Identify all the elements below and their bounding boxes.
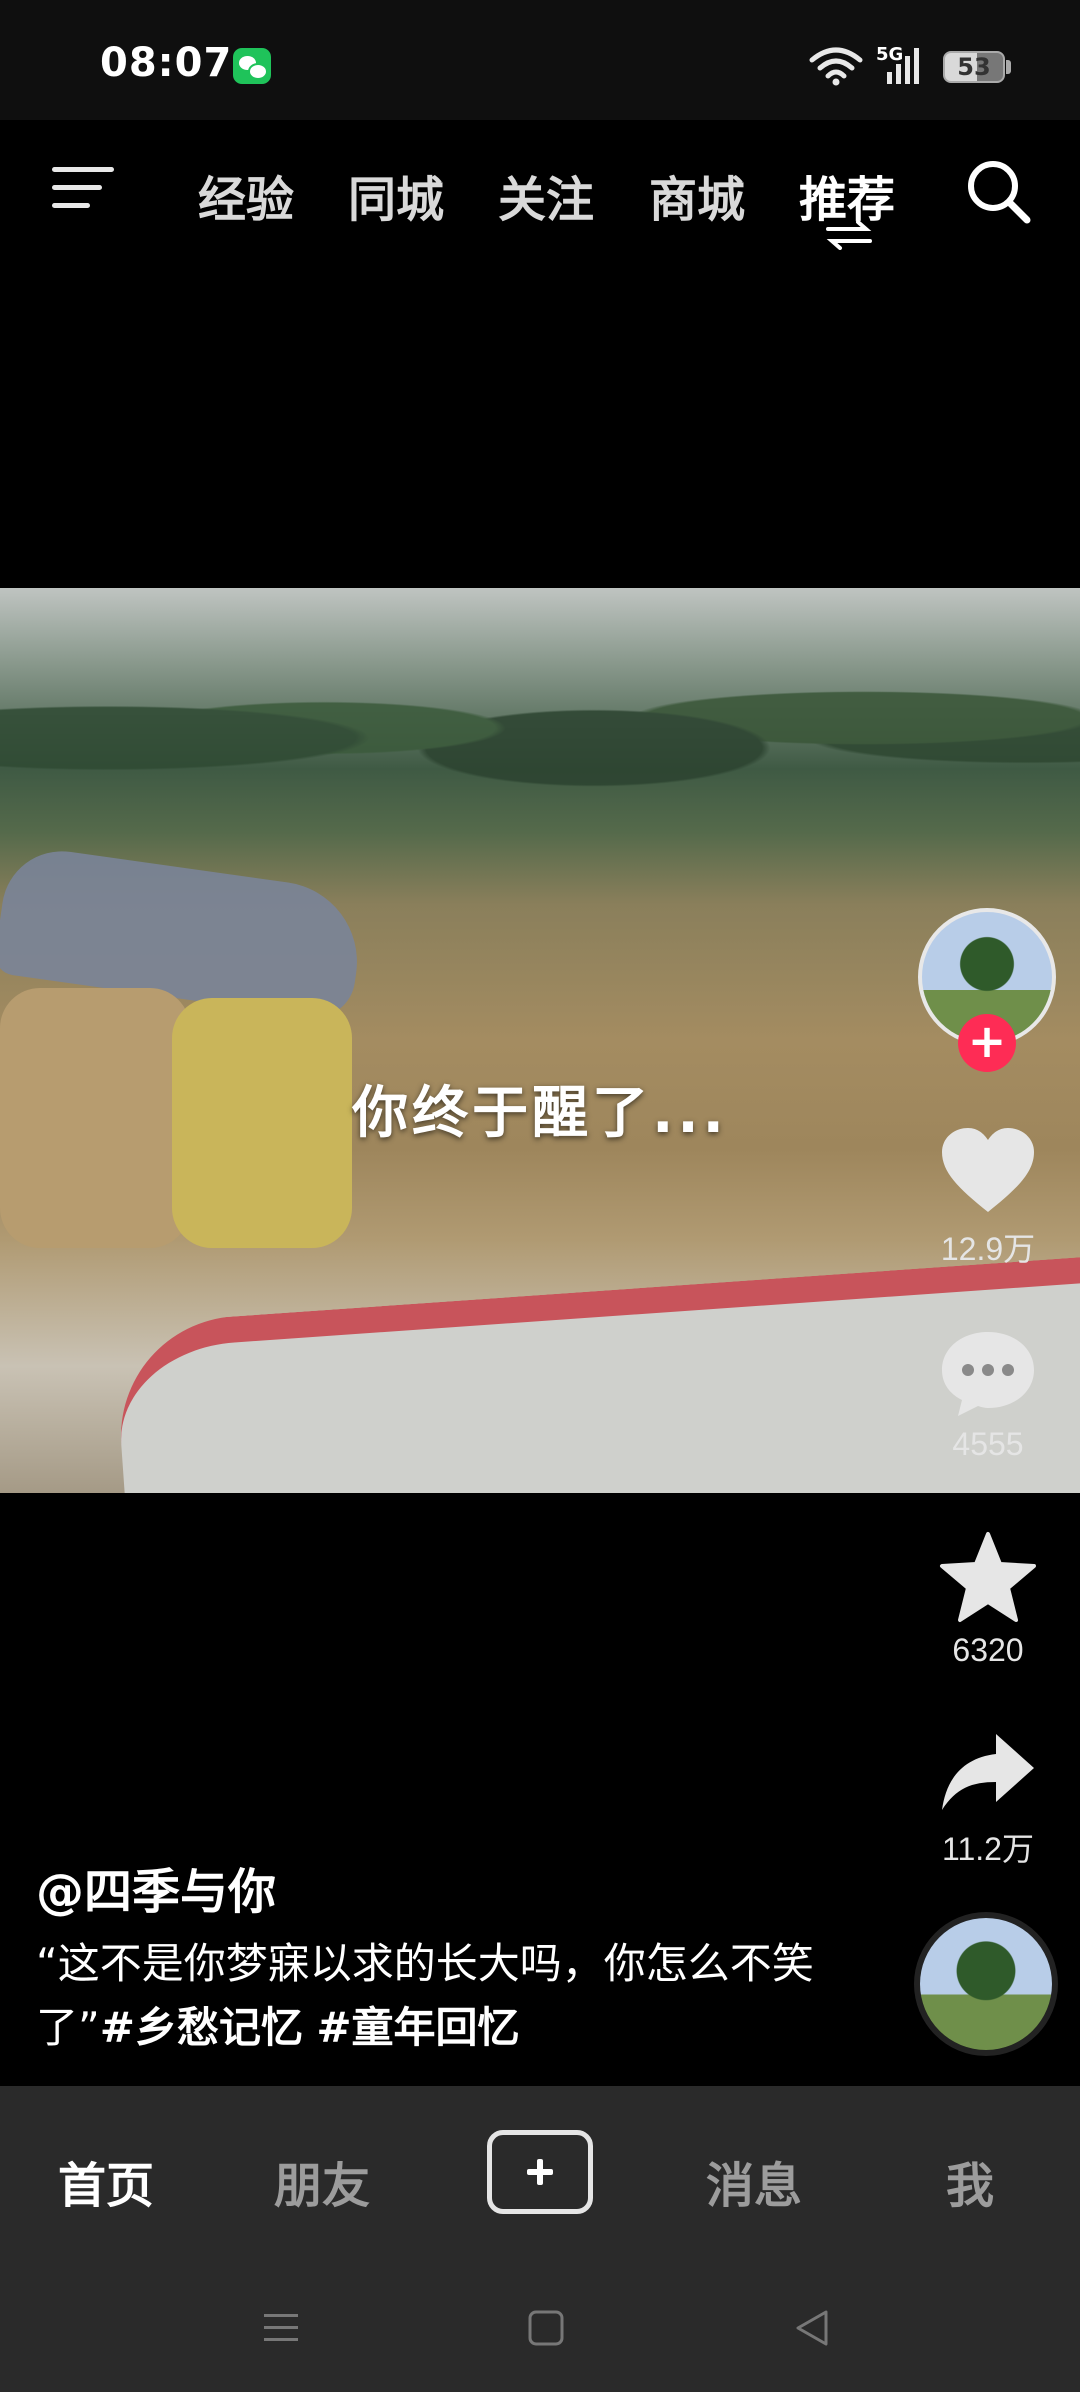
menu-icon[interactable] — [52, 165, 114, 211]
nav-home[interactable]: 首页 — [58, 2146, 154, 2216]
video-scene-trees — [0, 618, 1080, 818]
top-nav: 经验 同城 关注 商城 推荐 — [0, 120, 1080, 260]
battery-level: 53 — [957, 53, 991, 81]
favorite-count: 6320 — [952, 1632, 1024, 1668]
tab-experience[interactable]: 经验 — [198, 160, 294, 230]
share-icon — [942, 1734, 1034, 1810]
swap-icon[interactable] — [826, 220, 872, 250]
music-disc[interactable] — [920, 1918, 1052, 2050]
comment-button[interactable]: 4555 — [918, 1328, 1058, 1463]
battery-icon: 53 — [943, 51, 1005, 83]
share-button[interactable]: 11.2万 — [918, 1730, 1058, 1870]
favorite-button[interactable]: 6320 — [918, 1530, 1058, 1669]
wechat-icon — [233, 48, 271, 84]
tab-following[interactable]: 关注 — [498, 160, 594, 230]
create-post-button[interactable] — [487, 2130, 593, 2214]
tab-local[interactable]: 同城 — [348, 160, 444, 230]
share-count: 11.2万 — [942, 1831, 1034, 1867]
system-nav — [0, 2264, 1080, 2392]
bottom-nav: 首页 朋友 消息 我 — [0, 2086, 1080, 2264]
status-bar: 08:07 5G 53 — [0, 0, 1080, 120]
author-name[interactable]: @四季与你 — [36, 1852, 276, 1922]
search-icon[interactable] — [965, 158, 1031, 224]
heart-icon — [942, 1128, 1034, 1212]
nav-me[interactable]: 我 — [946, 2146, 994, 2216]
home-icon[interactable] — [528, 2310, 564, 2346]
hashtag[interactable]: #童年回忆 — [316, 2003, 519, 2052]
hashtag[interactable]: #乡愁记忆 — [100, 2003, 303, 2052]
recent-apps-icon[interactable] — [262, 2310, 300, 2346]
wifi-icon — [809, 47, 863, 86]
post-description: “这不是你梦寐以求的长大吗，你怎么不笑了”#乡愁记忆 #童年回忆 — [36, 1932, 816, 2060]
signal-icon — [887, 48, 919, 84]
follow-button[interactable]: + — [958, 1014, 1016, 1072]
star-icon — [940, 1532, 1036, 1622]
back-icon[interactable] — [794, 2310, 830, 2346]
nav-messages[interactable]: 消息 — [706, 2146, 802, 2216]
comment-count: 4555 — [952, 1426, 1024, 1462]
comment-icon — [942, 1332, 1034, 1416]
like-button[interactable]: 12.9万 — [918, 1126, 1058, 1270]
status-time: 08:07 — [100, 40, 233, 86]
nav-friends[interactable]: 朋友 — [274, 2146, 370, 2216]
like-count: 12.9万 — [940, 1231, 1036, 1267]
battery-tip — [1006, 60, 1011, 74]
tab-mall[interactable]: 商城 — [649, 160, 745, 230]
